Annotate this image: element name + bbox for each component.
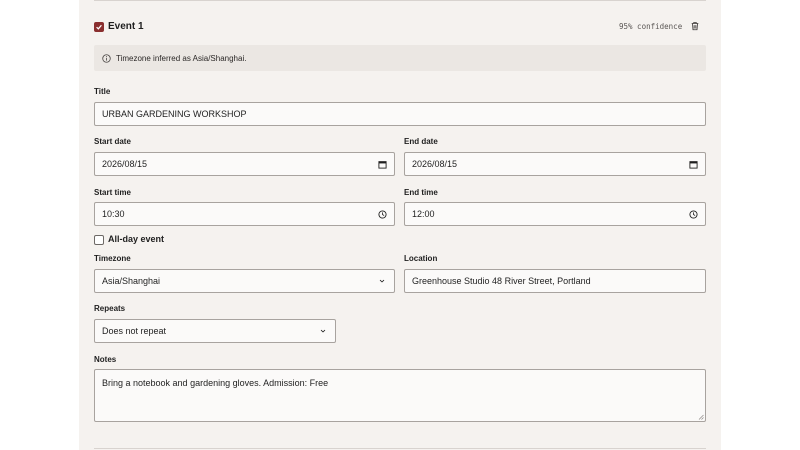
repeats-select[interactable]: Does not repeat [94,319,336,343]
all-day-label: All-day event [108,234,165,244]
location-input[interactable]: Greenhouse Studio 48 River Street, Portl… [404,269,706,293]
event-title: Event 1 [108,21,144,32]
location-label: Location [404,254,438,263]
title-value: URBAN GARDENING WORKSHOP [102,109,247,119]
timezone-value: Asia/Shanghai [102,276,161,286]
end-date-value: 2026/08/15 [412,159,458,169]
delete-event-button[interactable] [689,20,701,32]
end-time-input[interactable]: 12:00 [404,202,706,226]
start-date-input[interactable]: 2026/08/15 [94,152,395,176]
clock-icon[interactable] [377,209,387,219]
confidence-badge: 95% confidence [619,22,683,31]
timezone-notice: Timezone inferred as Asia/Shanghai. [94,45,706,71]
location-value: Greenhouse Studio 48 River Street, Portl… [412,276,591,286]
start-date-label: Start date [94,137,131,146]
repeats-value: Does not repeat [102,326,167,336]
title-input[interactable]: URBAN GARDENING WORKSHOP [94,102,706,126]
chevron-down-icon [377,276,387,286]
all-day-checkbox[interactable] [94,235,104,245]
start-time-value: 10:30 [102,209,125,219]
end-date-input[interactable]: 2026/08/15 [404,152,706,176]
trash-icon [691,22,699,31]
notes-value: Bring a notebook and gardening gloves. A… [102,378,329,388]
resize-grip-icon[interactable] [698,414,704,420]
end-time-value: 12:00 [412,209,435,219]
repeats-label: Repeats [94,304,126,313]
calendar-icon[interactable] [377,159,387,169]
checkmark-icon [96,24,102,30]
end-date-label: End date [404,137,438,146]
chevron-down-icon [318,326,328,336]
notes-label: Notes [94,355,117,364]
calendar-icon[interactable] [688,159,698,169]
notes-textarea[interactable]: Bring a notebook and gardening gloves. A… [94,369,706,422]
start-date-value: 2026/08/15 [102,159,148,169]
title-label: Title [94,87,111,96]
timezone-label: Timezone [94,254,131,263]
start-time-label: Start time [94,188,131,197]
top-divider [94,0,706,1]
info-icon [102,53,111,63]
event-select-checkbox[interactable] [94,22,104,32]
bottom-divider [94,448,706,449]
clock-icon[interactable] [688,209,698,219]
notice-text: Timezone inferred as Asia/Shanghai. [116,53,247,63]
timezone-select[interactable]: Asia/Shanghai [94,269,395,293]
start-time-input[interactable]: 10:30 [94,202,395,226]
end-time-label: End time [404,188,438,197]
